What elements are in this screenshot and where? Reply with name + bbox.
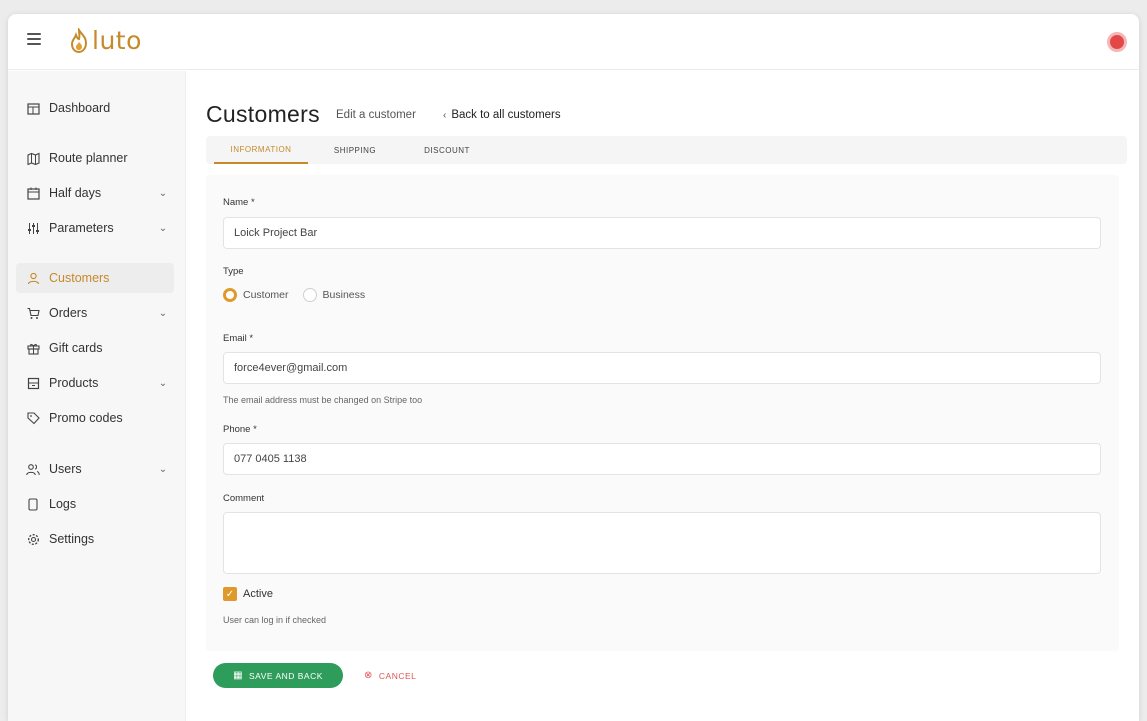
sidebar-item-label: Settings	[49, 532, 95, 546]
phone-input[interactable]: 077 0405 1138	[223, 443, 1101, 475]
sidebar-item-products[interactable]: Products ⌄	[16, 368, 174, 398]
gift-icon	[26, 341, 40, 355]
sidebar-item-promo-codes[interactable]: Promo codes	[16, 403, 174, 433]
sidebar-item-label: Promo codes	[49, 411, 123, 425]
chevron-down-icon: ⌄	[158, 377, 168, 389]
logo-text: luto	[92, 26, 142, 55]
page-subtitle: Edit a customer	[336, 109, 416, 121]
tab-information[interactable]: INFORMATION	[214, 136, 308, 164]
calendar-icon	[26, 101, 40, 115]
sidebar-item-label: Users	[49, 462, 82, 476]
sidebar-item-label: Half days	[49, 186, 102, 200]
file-icon	[26, 497, 40, 511]
email-input[interactable]: force4ever@gmail.com	[223, 352, 1101, 384]
sidebar-item-label: Orders	[49, 306, 88, 320]
type-radio-group: Customer Business	[223, 288, 379, 302]
tab-bar: INFORMATION SHIPPING DISCOUNT	[206, 136, 1127, 164]
user-icon	[26, 271, 40, 285]
menu-icon[interactable]	[27, 33, 41, 45]
close-icon: ⊗	[364, 670, 373, 681]
comment-textarea[interactable]	[223, 512, 1101, 574]
back-link-label: Back to all customers	[451, 109, 561, 121]
sidebar-item-dashboard[interactable]: Dashboard	[16, 93, 174, 123]
app-window: luto Dashboard Route planner Half days ⌄	[8, 14, 1139, 721]
gear-icon	[26, 532, 40, 546]
cancel-button-label: CANCEL	[378, 670, 417, 681]
sidebar: Dashboard Route planner Half days ⌄ Para…	[8, 71, 186, 721]
cart-icon	[26, 306, 40, 320]
flame-logo-icon	[70, 27, 88, 53]
sidebar-item-label: Parameters	[49, 221, 114, 235]
sidebar-item-label: Dashboard	[49, 101, 111, 115]
chevron-down-icon: ⌄	[158, 222, 168, 234]
sidebar-item-label: Customers	[49, 271, 110, 285]
comment-label: Comment	[223, 493, 265, 504]
customer-form: Name * Loick Project Bar Type Customer B…	[206, 175, 1119, 651]
type-option-label[interactable]: Customer	[243, 289, 289, 301]
chevron-left-icon: ‹	[443, 110, 447, 121]
map-icon	[26, 151, 40, 165]
sidebar-item-parameters[interactable]: Parameters ⌄	[16, 213, 174, 243]
phone-label: Phone *	[223, 424, 257, 435]
name-input[interactable]: Loick Project Bar	[223, 217, 1101, 249]
logo[interactable]: luto	[68, 26, 142, 55]
cancel-button[interactable]: ⊗ CANCEL	[364, 663, 416, 688]
active-checkbox[interactable]: ✓	[223, 587, 237, 601]
sidebar-item-label: Route planner	[49, 151, 128, 165]
save-button-label: SAVE AND BACK	[249, 670, 323, 681]
active-row: ✓ Active	[223, 587, 273, 601]
sidebar-item-route-planner[interactable]: Route planner	[16, 143, 174, 173]
top-bar: luto	[8, 14, 1139, 70]
back-link[interactable]: ‹ Back to all customers	[443, 109, 561, 121]
type-label: Type	[223, 266, 244, 277]
sidebar-item-logs[interactable]: Logs	[16, 489, 174, 519]
sidebar-item-label: Gift cards	[49, 341, 103, 355]
page-title: Customers	[206, 101, 320, 127]
tab-shipping[interactable]: SHIPPING	[324, 136, 386, 164]
name-label: Name *	[223, 197, 255, 208]
calendar-icon	[26, 186, 40, 200]
sidebar-item-half-days[interactable]: Half days ⌄	[16, 178, 174, 208]
sliders-icon	[26, 221, 40, 235]
chevron-down-icon: ⌄	[158, 463, 168, 475]
box-icon	[26, 376, 40, 390]
sidebar-item-label: Products	[49, 376, 99, 390]
sidebar-item-users[interactable]: Users ⌄	[16, 454, 174, 484]
save-icon: ▦	[233, 670, 244, 681]
tab-discount[interactable]: DISCOUNT	[416, 136, 478, 164]
email-label: Email *	[223, 333, 254, 344]
active-label[interactable]: Active	[243, 588, 273, 600]
save-and-back-button[interactable]: ▦ SAVE AND BACK	[213, 663, 343, 688]
sidebar-item-label: Logs	[49, 497, 77, 511]
sidebar-item-gift-cards[interactable]: Gift cards	[16, 333, 174, 363]
users-icon	[26, 462, 40, 476]
chevron-down-icon: ⌄	[158, 187, 168, 199]
active-hint: User can log in if checked	[223, 615, 327, 625]
main-content: Customers Edit a customer ‹ Back to all c…	[206, 71, 1127, 721]
type-radio-customer[interactable]	[223, 288, 237, 302]
tag-icon	[26, 411, 40, 425]
sidebar-item-settings[interactable]: Settings	[16, 524, 174, 554]
user-avatar[interactable]	[1107, 32, 1127, 52]
sidebar-item-customers[interactable]: Customers	[16, 263, 174, 293]
type-option-label[interactable]: Business	[323, 289, 366, 301]
email-hint: The email address must be changed on Str…	[223, 395, 423, 405]
chevron-down-icon: ⌄	[158, 307, 168, 319]
type-radio-business[interactable]	[302, 288, 317, 302]
sidebar-item-orders[interactable]: Orders ⌄	[16, 298, 174, 328]
